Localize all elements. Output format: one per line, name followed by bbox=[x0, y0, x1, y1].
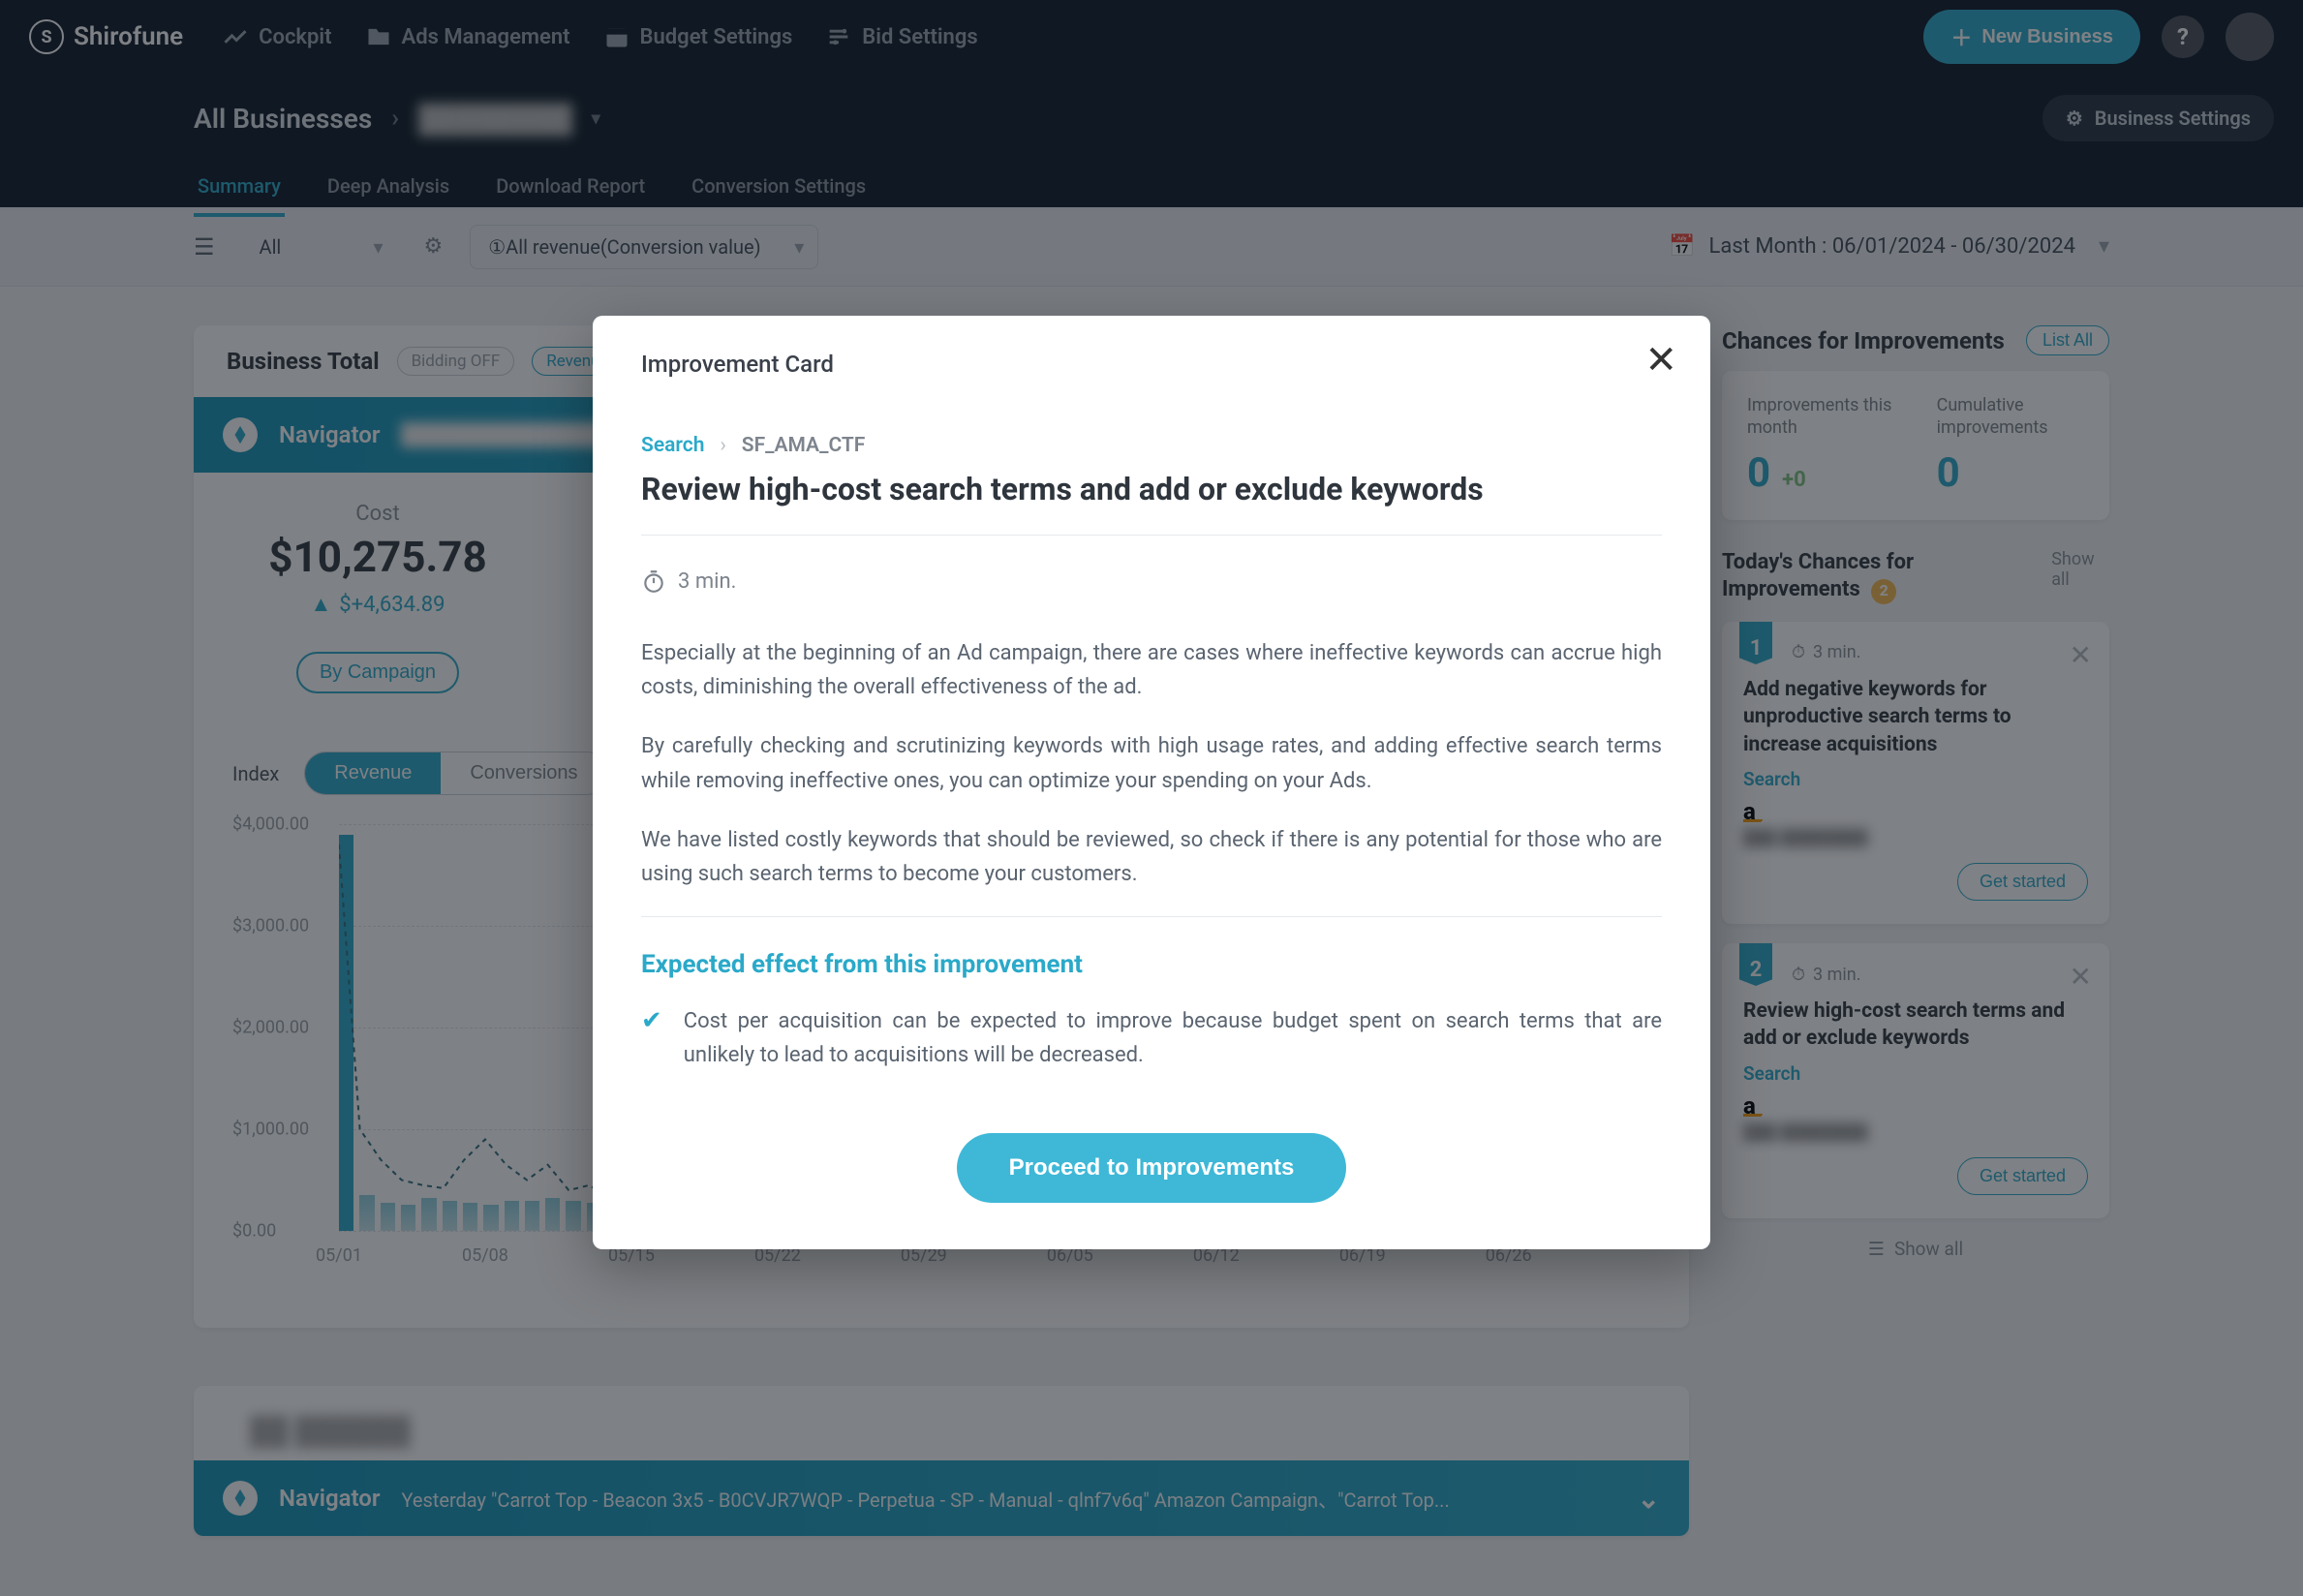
effect-text: Cost per acquisition can be expected to … bbox=[684, 1004, 1662, 1072]
modal-crumb-search[interactable]: Search bbox=[641, 434, 704, 457]
modal-duration: 3 min. bbox=[641, 568, 1662, 594]
modal-duration-text: 3 min. bbox=[678, 569, 736, 594]
modal-p2: By carefully checking and scrutinizing k… bbox=[641, 729, 1662, 797]
modal-p3: We have listed costly keywords that shou… bbox=[641, 823, 1662, 891]
modal-overlay[interactable]: ✕ Improvement Card Search › SF_AMA_CTF R… bbox=[0, 0, 2303, 1596]
expected-heading: Expected effect from this improvement bbox=[641, 950, 1662, 979]
divider bbox=[641, 916, 1662, 917]
improvement-modal: ✕ Improvement Card Search › SF_AMA_CTF R… bbox=[593, 316, 1710, 1249]
modal-card-title: Improvement Card bbox=[641, 351, 1662, 378]
modal-crumb-name: SF_AMA_CTF bbox=[742, 434, 866, 457]
modal-p1: Especially at the beginning of an Ad cam… bbox=[641, 636, 1662, 704]
modal-title: Review high-cost search terms and add or… bbox=[641, 471, 1662, 507]
chevron-right-icon: › bbox=[720, 434, 725, 457]
modal-breadcrumb: Search › SF_AMA_CTF bbox=[641, 434, 1662, 457]
proceed-button[interactable]: Proceed to Improvements bbox=[957, 1133, 1347, 1203]
effect-row: ✔ Cost per acquisition can be expected t… bbox=[641, 1004, 1662, 1072]
divider bbox=[641, 535, 1662, 536]
close-icon[interactable]: ✕ bbox=[1644, 341, 1677, 380]
check-icon: ✔ bbox=[641, 1006, 662, 1035]
stopwatch-icon bbox=[641, 568, 666, 594]
